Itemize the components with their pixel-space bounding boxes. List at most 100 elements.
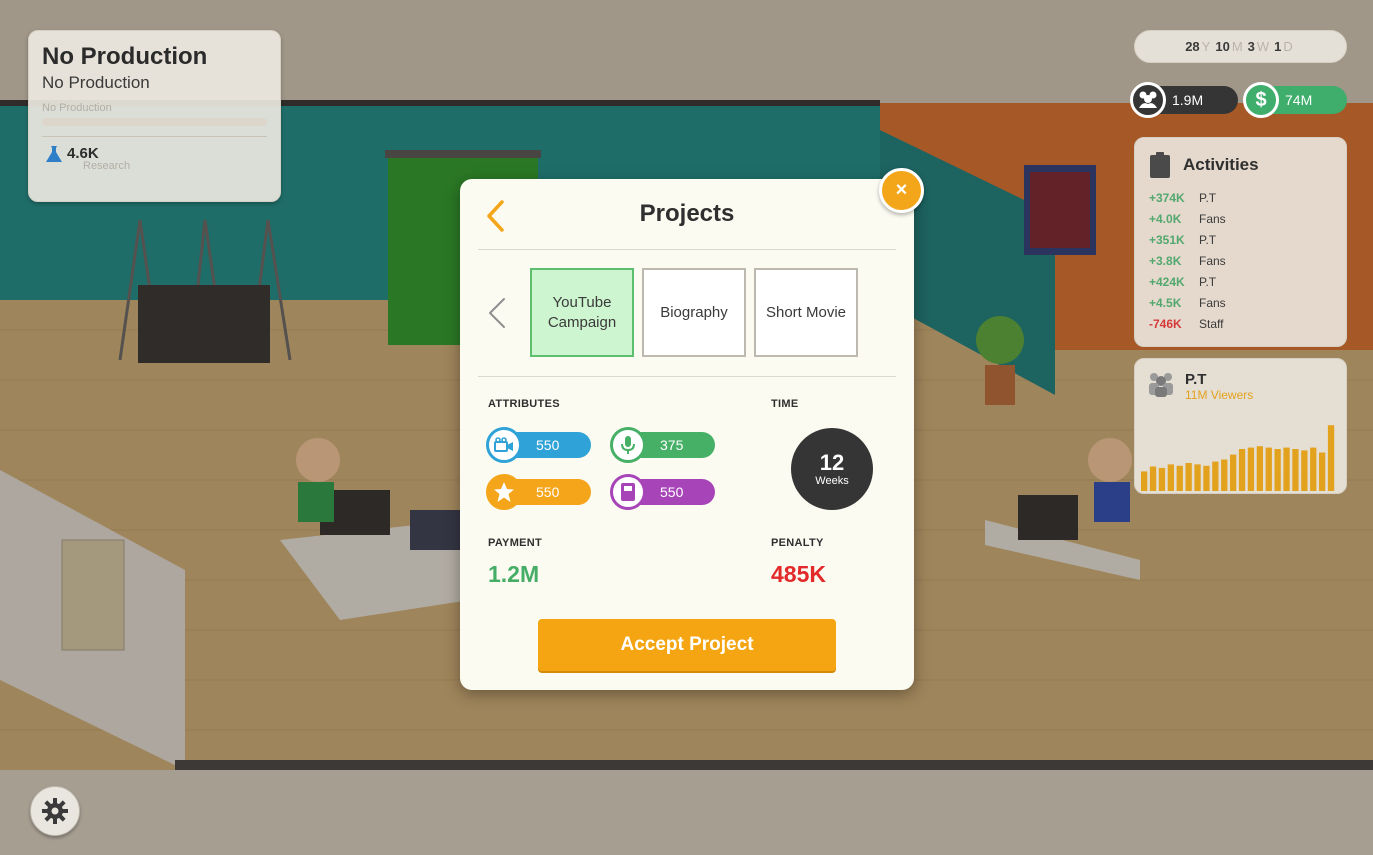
- project-type-short-movie[interactable]: Short Movie: [754, 268, 858, 357]
- activity-amount: +351K: [1149, 233, 1185, 247]
- viewers-bar: [1203, 465, 1210, 491]
- settings-button[interactable]: [30, 786, 80, 836]
- viewers-bar: [1283, 447, 1290, 491]
- project-type-label: YouTube: [552, 293, 612, 311]
- project-type-label: Biography: [660, 303, 728, 321]
- script-attribute: 550: [610, 474, 715, 510]
- viewers-bar: [1319, 452, 1326, 491]
- viewers-bar: [1141, 471, 1148, 491]
- divider: [478, 376, 896, 377]
- viewers-bar: [1149, 466, 1157, 491]
- payment-value: 1.2M: [488, 561, 540, 587]
- audio-attribute: 375: [610, 427, 715, 463]
- activity-row: +3.8K Fans: [1149, 251, 1332, 272]
- activity-amount: -746K: [1149, 317, 1182, 331]
- pt-panel[interactable]: P.T 11M Viewers: [1134, 358, 1347, 494]
- pt-title: P.T: [1185, 371, 1207, 388]
- attributes-label: ATTRIBUTES: [488, 398, 560, 410]
- payment-label: PAYMENT: [488, 537, 543, 549]
- research-label: Research: [83, 160, 131, 172]
- fans-counter[interactable]: 1.9M: [1130, 82, 1238, 118]
- viewers-bar: [1256, 446, 1263, 491]
- time-label: TIME: [771, 398, 799, 410]
- date-days: 1: [1274, 39, 1282, 54]
- viewers-bar: [1158, 467, 1166, 491]
- activity-label: Fans: [1199, 212, 1226, 226]
- script-book-icon: [610, 474, 646, 510]
- fans-value: 1.9M: [1172, 92, 1204, 108]
- activity-row: +4.5K Fans: [1149, 293, 1332, 314]
- date-weeks-unit: W: [1256, 39, 1270, 54]
- dollar-icon: $: [1243, 82, 1279, 118]
- activity-amount: +374K: [1149, 191, 1185, 205]
- production-title: No Production: [42, 43, 208, 70]
- cinematography-value: 550: [536, 437, 560, 453]
- star-power-value: 550: [536, 484, 560, 500]
- date-weeks: 3: [1247, 39, 1255, 54]
- cinematography-attribute: 550: [486, 427, 591, 463]
- activity-row: +424K P.T: [1149, 272, 1332, 293]
- activity-amount: +4.5K: [1149, 296, 1182, 310]
- production-status: No Production: [42, 102, 112, 114]
- viewers-bar: [1292, 449, 1299, 491]
- project-type-biography[interactable]: Biography: [642, 268, 746, 357]
- divider: [42, 136, 267, 137]
- viewers-bar: [1301, 450, 1308, 491]
- viewers-bar: [1194, 464, 1201, 491]
- date-years-unit: Y: [1201, 39, 1211, 54]
- close-icon: ×: [895, 179, 908, 201]
- project-type-carousel: YouTube Campaign Biography Short Movie: [484, 268, 858, 357]
- production-panel[interactable]: No Production No Production No Productio…: [28, 30, 281, 202]
- time-unit: Weeks: [815, 475, 849, 487]
- viewers-bar: [1176, 465, 1183, 491]
- production-progress-bar: [42, 118, 267, 126]
- accept-project-button[interactable]: Accept Project: [538, 619, 836, 671]
- pt-viewers: 11M Viewers: [1185, 388, 1254, 402]
- activity-row: +351K P.T: [1149, 230, 1332, 251]
- penalty-label: PENALTY: [771, 537, 824, 549]
- project-type-label-line2: Campaign: [547, 313, 617, 331]
- previous-type-arrow-icon[interactable]: [484, 296, 510, 330]
- viewers-bar: [1238, 449, 1246, 491]
- money-counter[interactable]: $ 74M: [1243, 82, 1347, 118]
- project-type-youtube-campaign[interactable]: YouTube Campaign: [530, 268, 634, 357]
- projects-dialog: Projects × YouTube Campaign Biography Sho…: [460, 168, 924, 690]
- viewers-bar: [1167, 464, 1174, 491]
- audio-value: 375: [660, 437, 684, 453]
- activity-amount: +4.0K: [1149, 212, 1182, 226]
- activities-panel[interactable]: Activities +374K P.T +4.0K Fans +351K P.T +3.8…: [1134, 137, 1347, 347]
- activity-label: Fans: [1199, 296, 1226, 310]
- viewers-bar: [1247, 447, 1255, 491]
- viewers-bar: [1221, 459, 1228, 491]
- star-icon: [486, 474, 522, 510]
- activity-row: +374K P.T: [1149, 188, 1332, 209]
- viewers-bar: [1230, 454, 1237, 491]
- activity-label: Staff: [1199, 317, 1224, 331]
- script-value: 550: [660, 484, 684, 500]
- activities-title: Activities: [1183, 155, 1259, 174]
- activity-label: P.T: [1199, 275, 1217, 289]
- close-button[interactable]: ×: [879, 168, 924, 213]
- research-flask-icon: [46, 145, 62, 162]
- viewers-bar: [1327, 425, 1335, 491]
- date-months: 10: [1215, 39, 1230, 54]
- penalty-value: 485K: [771, 561, 826, 587]
- back-arrow-icon[interactable]: [484, 199, 508, 233]
- time-badge: 12 Weeks: [791, 428, 873, 510]
- production-subtitle: No Production: [42, 73, 150, 92]
- date-days-unit: D: [1283, 39, 1293, 54]
- date-years: 28: [1185, 39, 1200, 54]
- time-value: 12: [819, 450, 845, 475]
- microphone-icon: [610, 427, 646, 463]
- viewers-icon: [1149, 373, 1173, 397]
- activity-amount: +3.8K: [1149, 254, 1182, 268]
- game-date: 28 Y 10 M 3W 1D: [1134, 30, 1347, 63]
- clipboard-icon: [1150, 152, 1170, 178]
- activity-row: +4.0K Fans: [1149, 209, 1332, 230]
- date-months-unit: M: [1231, 39, 1243, 54]
- film-camera-icon: [486, 427, 522, 463]
- activities-list: +374K P.T +4.0K Fans +351K P.T +3.8K Fans +424K P…: [1149, 188, 1332, 335]
- star-power-attribute: 550: [486, 474, 591, 510]
- viewers-bar-chart: [1141, 425, 1335, 491]
- fans-icon: [1130, 82, 1166, 118]
